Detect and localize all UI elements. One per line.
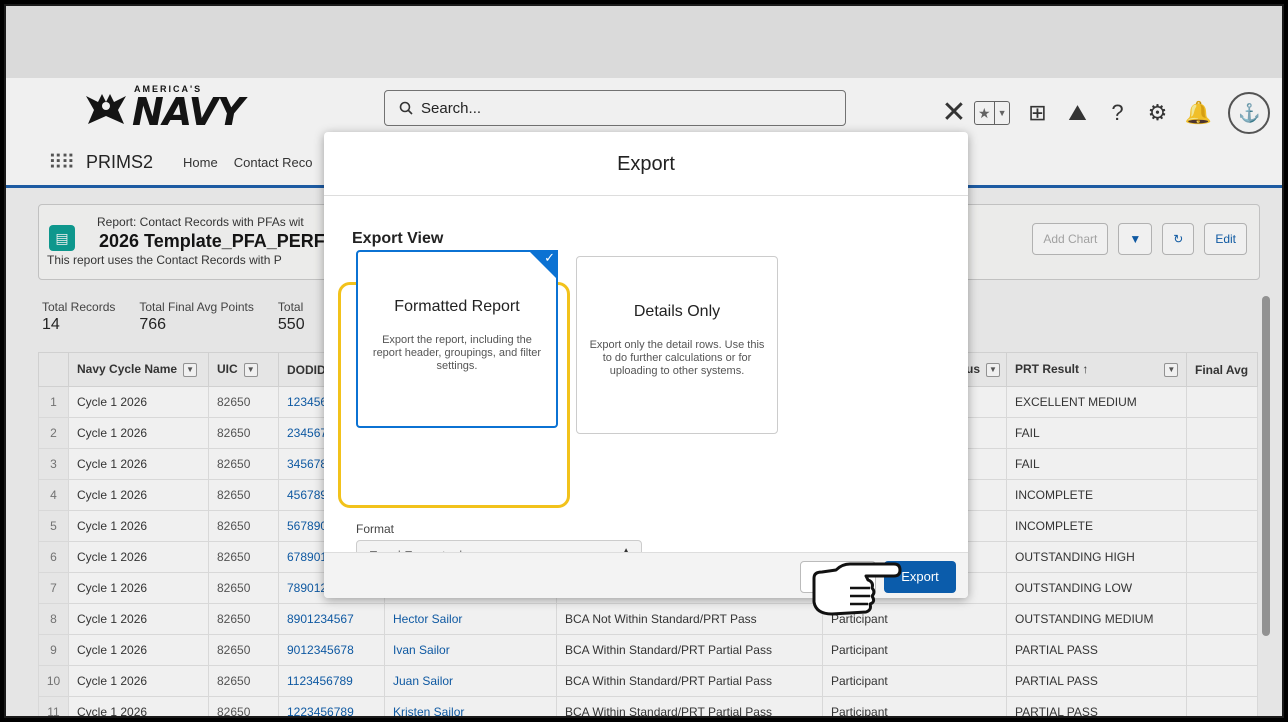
horizontal-scrollbar[interactable] (72, 716, 622, 718)
pointing-hand-icon (812, 562, 902, 616)
format-label: Format (356, 522, 395, 536)
export-modal: Export Export View ✓ Formatted Report Ex… (324, 132, 968, 598)
modal-body: Export View ✓ Formatted Report Export th… (324, 196, 968, 572)
option-desc: Export only the detail rows. Use this to… (589, 339, 765, 377)
option-desc: Export the report, including the report … (372, 334, 542, 372)
app-frame: AMERICA'S NAVY Search... ✕ ★ ▼ ⊞ ⛰ ? ⚙ 🔔… (4, 4, 1284, 718)
option-details-only[interactable]: Details Only Export only the detail rows… (576, 256, 778, 434)
option-formatted-report[interactable]: ✓ Formatted Report Export the report, in… (356, 250, 558, 428)
option-title: Formatted Report (394, 298, 520, 315)
export-view-label: Export View (352, 230, 444, 247)
modal-title: Export (324, 132, 968, 196)
option-title: Details Only (633, 303, 721, 320)
check-icon: ✓ (544, 250, 555, 265)
